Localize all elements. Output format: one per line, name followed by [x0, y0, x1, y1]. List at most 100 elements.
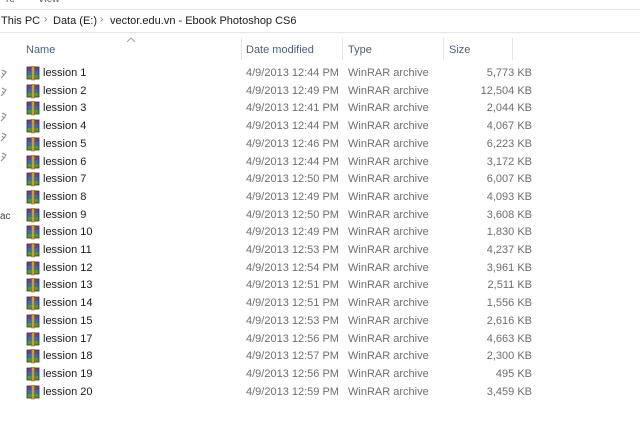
file-type: WinRAR archive: [348, 67, 429, 79]
file-row[interactable]: lession 4 4/9/2013 12:44 PM WinRAR archive…: [0, 118, 640, 136]
file-row[interactable]: lession 7 4/9/2013 12:50 PM WinRAR archive…: [0, 171, 640, 189]
file-row[interactable]: lession 1 4/9/2013 12:44 PM WinRAR archive…: [0, 65, 640, 83]
file-name: lession 20: [43, 385, 93, 398]
file-type: WinRAR archive: [348, 332, 429, 345]
file-type: WinRAR archive: [348, 84, 429, 97]
file-name: lession 6: [43, 155, 87, 168]
winrar-archive-icon: [26, 384, 40, 399]
winrar-archive-icon: [26, 243, 40, 258]
column-header-size[interactable]: Size: [444, 38, 512, 60]
file-size: 2,511 KB: [487, 279, 532, 292]
file-row[interactable]: lession 20 4/9/2013 12:59 PM WinRAR archiv…: [0, 384, 640, 402]
file-date-modified: 4/9/2013 12:46 PM: [246, 137, 339, 150]
file-size: 2,044 KB: [486, 102, 532, 115]
file-name: lession 2: [43, 84, 87, 97]
file-type: WinRAR archive: [348, 226, 429, 239]
file-name: lession 13: [43, 279, 93, 292]
winrar-archive-icon: [26, 83, 40, 98]
file-row[interactable]: lession 3 4/9/2013 12:41 PM WinRAR archive…: [0, 100, 640, 118]
file-date-modified: 4/9/2013 12:56 PM: [246, 332, 339, 345]
file-name: lession 4: [43, 120, 87, 133]
address-bar[interactable]: This PC › Data (E:) › vector.edu.vn - Eb…: [0, 9, 640, 33]
winrar-archive-icon: [26, 349, 40, 364]
file-date-modified: 4/9/2013 12:54 PM: [246, 261, 339, 274]
file-row[interactable]: lession 19 4/9/2013 12:56 PM WinRAR archiv…: [0, 366, 640, 384]
column-divider[interactable]: [512, 38, 513, 60]
file-row[interactable]: lession 6 4/9/2013 12:44 PM WinRAR archive…: [0, 154, 640, 172]
file-row[interactable]: lession 2 4/9/2013 12:49 PM WinRAR archive…: [0, 83, 640, 101]
file-name: lession 15: [43, 314, 93, 327]
file-row[interactable]: lession 14 4/9/2013 12:51 PM WinRAR archiv…: [0, 295, 640, 313]
file-date-modified: 4/9/2013 12:53 PM: [246, 244, 339, 256]
file-type: WinRAR archive: [348, 297, 429, 310]
file-date-modified: 4/9/2013 12:44 PM: [246, 67, 339, 79]
file-row[interactable]: lession 12 4/9/2013 12:54 PM WinRAR archiv…: [0, 260, 640, 278]
file-date-modified: 4/9/2013 12:41 PM: [246, 102, 339, 115]
breadcrumb-this-pc[interactable]: This PC: [1, 15, 40, 27]
file-size: 4,067 KB: [486, 120, 532, 133]
file-type: WinRAR archive: [348, 120, 429, 133]
file-date-modified: 4/9/2013 12:56 PM: [246, 367, 339, 380]
ribbon-tab-fragment[interactable]: View: [38, 0, 60, 5]
file-name: lession 14: [43, 297, 93, 310]
file-name: lession 17: [43, 332, 93, 345]
file-size: 12,504 KB: [480, 84, 532, 97]
chevron-right-icon[interactable]: ›: [100, 14, 103, 25]
file-size: 6,223 KB: [486, 137, 532, 150]
file-date-modified: 4/9/2013 12:44 PM: [246, 120, 339, 133]
column-header-name[interactable]: Name: [22, 38, 240, 60]
chevron-right-icon[interactable]: ›: [44, 14, 47, 25]
column-header-type[interactable]: Type: [343, 38, 443, 60]
file-size: 2,616 KB: [486, 314, 532, 327]
file-size: 1,830 KB: [486, 226, 532, 239]
file-date-modified: 4/9/2013 12:50 PM: [246, 208, 339, 221]
file-row[interactable]: lession 8 4/9/2013 12:49 PM WinRAR archive…: [0, 189, 640, 207]
winrar-archive-icon: [26, 331, 40, 346]
file-size: 4,663 KB: [486, 332, 532, 345]
winrar-archive-icon: [26, 66, 40, 81]
file-size: 3,961 KB: [486, 261, 532, 274]
file-size: 3,172 KB: [486, 155, 532, 168]
file-name: lession 19: [43, 367, 93, 380]
breadcrumb-current-folder[interactable]: vector.edu.vn - Ebook Photoshop CS6: [110, 15, 297, 27]
file-type: WinRAR archive: [348, 385, 429, 398]
file-row[interactable]: lession 15 4/9/2013 12:53 PM WinRAR archiv…: [0, 313, 640, 331]
file-row[interactable]: lession 10 4/9/2013 12:49 PM WinRAR archiv…: [0, 224, 640, 242]
file-type: WinRAR archive: [348, 137, 429, 150]
winrar-archive-icon: [26, 207, 40, 222]
file-name: lession 5: [43, 137, 87, 150]
file-size: 3,608 KB: [486, 208, 532, 221]
file-name: lession 8: [43, 190, 87, 203]
winrar-archive-icon: [26, 172, 40, 187]
winrar-archive-icon: [26, 278, 40, 293]
file-row[interactable]: lession 18 4/9/2013 12:57 PM WinRAR archiv…: [0, 348, 640, 366]
file-name: lession 3: [43, 102, 87, 115]
file-name: lession 7: [43, 173, 87, 186]
file-date-modified: 4/9/2013 12:59 PM: [246, 385, 339, 398]
file-type: WinRAR archive: [348, 102, 429, 115]
file-date-modified: 4/9/2013 12:49 PM: [246, 226, 339, 239]
file-type: WinRAR archive: [348, 314, 429, 327]
file-size: 5,773 KB: [486, 67, 532, 79]
winrar-archive-icon: [26, 154, 40, 169]
file-type: WinRAR archive: [348, 350, 429, 363]
file-type: WinRAR archive: [348, 367, 429, 380]
file-date-modified: 4/9/2013 12:49 PM: [246, 84, 339, 97]
file-date-modified: 4/9/2013 12:49 PM: [246, 190, 339, 203]
file-row[interactable]: lession 17 4/9/2013 12:56 PM WinRAR archiv…: [0, 331, 640, 349]
file-date-modified: 4/9/2013 12:44 PM: [246, 155, 339, 168]
ribbon-tab-fragment[interactable]: re: [6, 0, 15, 5]
file-row[interactable]: lession 13 4/9/2013 12:51 PM WinRAR archiv…: [0, 277, 640, 295]
file-date-modified: 4/9/2013 12:57 PM: [246, 350, 339, 363]
file-name: lession 11: [43, 244, 92, 256]
file-type: WinRAR archive: [348, 261, 429, 274]
file-row[interactable]: lession 9 4/9/2013 12:50 PM WinRAR archive…: [0, 207, 640, 225]
column-header-date-modified[interactable]: Date modified: [242, 38, 342, 60]
file-row[interactable]: lession 11 4/9/2013 12:53 PM WinRAR archiv…: [0, 242, 640, 260]
file-row[interactable]: lession 5 4/9/2013 12:46 PM WinRAR archive…: [0, 136, 640, 154]
file-size: 6,007 KB: [486, 173, 532, 186]
breadcrumb-data-drive[interactable]: Data (E:): [53, 15, 97, 27]
winrar-archive-icon: [26, 296, 40, 311]
ribbon-tabs: re View: [0, 0, 640, 8]
winrar-archive-icon: [26, 119, 40, 134]
